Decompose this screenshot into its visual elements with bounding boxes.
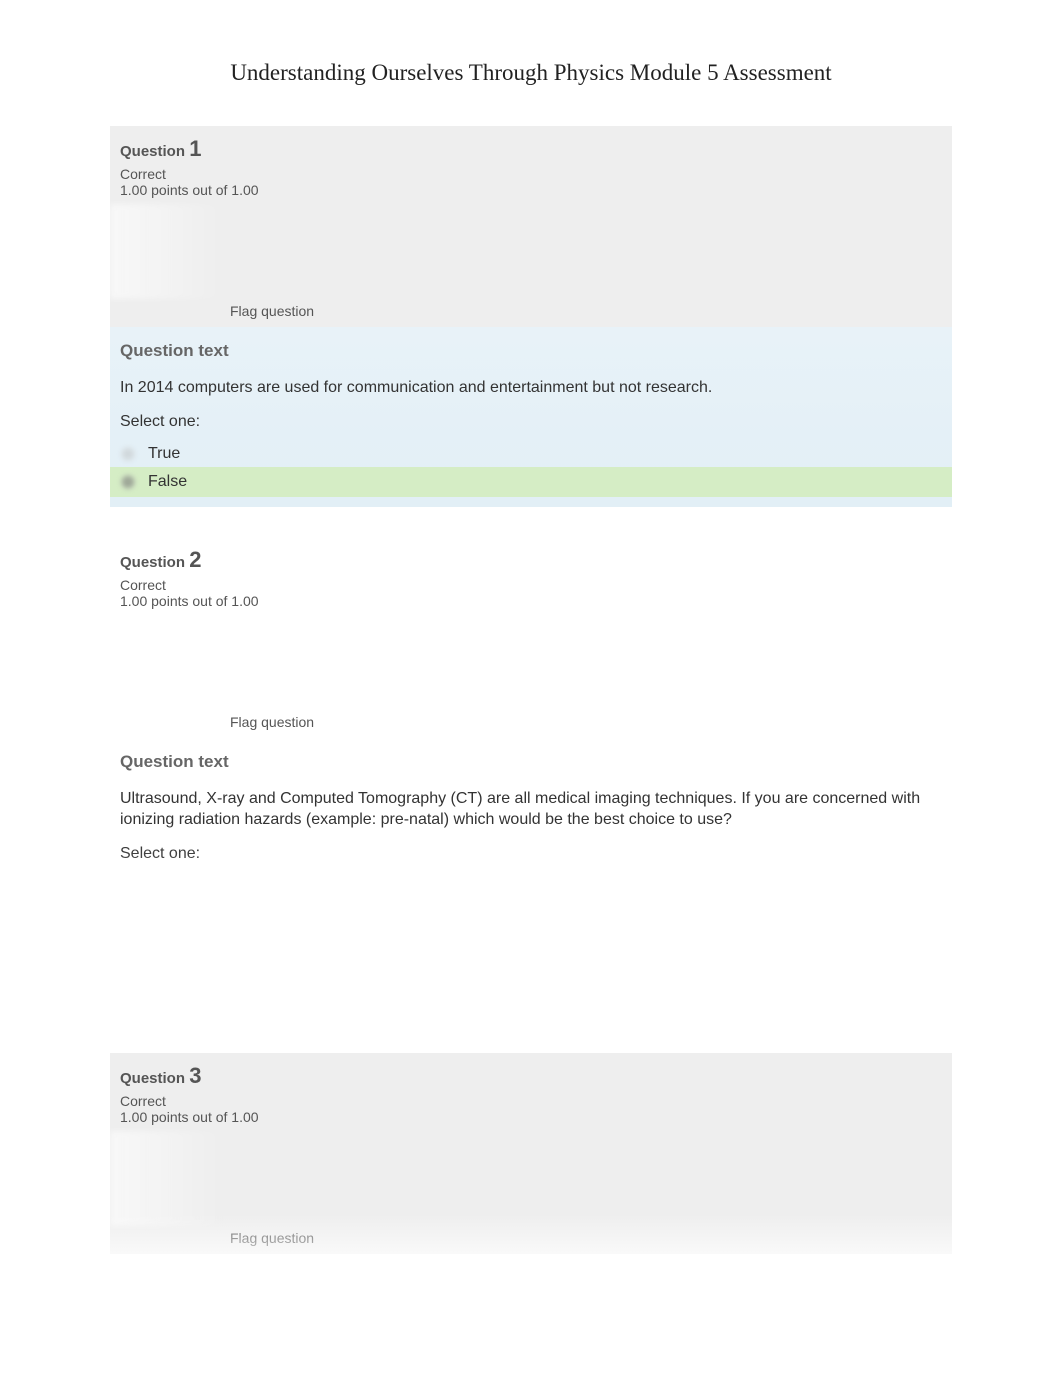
question-prompt: In 2014 computers are used for communica… <box>110 371 952 413</box>
flag-question-link[interactable]: Flag question <box>230 710 952 738</box>
option-false[interactable]: False <box>110 467 952 497</box>
question-word: Question <box>120 554 185 571</box>
blur-placeholder <box>110 1131 226 1226</box>
flag-question-link[interactable]: Flag question <box>230 299 952 327</box>
question-points: 1.00 points out of 1.00 <box>110 1109 952 1125</box>
question-prompt: Ultrasound, X-ray and Computed Tomograph… <box>110 782 952 845</box>
question-word: Question <box>120 1070 185 1087</box>
question-text-heading: Question text <box>110 738 952 782</box>
question-block-2: Question 2 Correct 1.00 points out of 1.… <box>0 537 1062 1023</box>
question-number: 3 <box>189 1063 201 1088</box>
question-body: Question text In 2014 computers are used… <box>110 327 952 507</box>
question-header: Question 2 Correct 1.00 points out of 1.… <box>110 537 952 738</box>
option-label: False <box>148 473 187 491</box>
radio-icon[interactable] <box>120 446 136 462</box>
question-word: Question <box>120 143 185 160</box>
select-one-label: Select one: <box>110 413 952 441</box>
question-block-3: Question 3 Correct 1.00 points out of 1.… <box>0 1053 1062 1254</box>
question-number: 1 <box>189 136 201 161</box>
radio-icon[interactable] <box>120 474 136 490</box>
select-one-label: Select one: <box>110 845 952 873</box>
question-label: Question 2 <box>110 547 952 573</box>
flag-question-link[interactable]: Flag question <box>230 1226 952 1254</box>
question-header: Question 1 Correct 1.00 points out of 1.… <box>110 126 952 327</box>
question-status: Correct <box>110 162 952 182</box>
page-title: Understanding Ourselves Through Physics … <box>0 0 1062 126</box>
question-header: Question 3 Correct 1.00 points out of 1.… <box>110 1053 952 1254</box>
blur-placeholder <box>110 883 952 1023</box>
question-points: 1.00 points out of 1.00 <box>110 182 952 198</box>
question-status: Correct <box>110 1089 952 1109</box>
question-status: Correct <box>110 573 952 593</box>
option-label: True <box>148 445 180 463</box>
question-label: Question 1 <box>110 136 952 162</box>
question-body: Question text Ultrasound, X-ray and Comp… <box>110 738 952 883</box>
question-text-heading: Question text <box>110 327 952 371</box>
option-true[interactable]: True <box>110 441 952 467</box>
question-block-1: Question 1 Correct 1.00 points out of 1.… <box>0 126 1062 507</box>
question-label: Question 3 <box>110 1063 952 1089</box>
blur-placeholder <box>110 204 226 299</box>
blur-placeholder <box>110 615 226 710</box>
question-points: 1.00 points out of 1.00 <box>110 593 952 609</box>
question-number: 2 <box>189 547 201 572</box>
